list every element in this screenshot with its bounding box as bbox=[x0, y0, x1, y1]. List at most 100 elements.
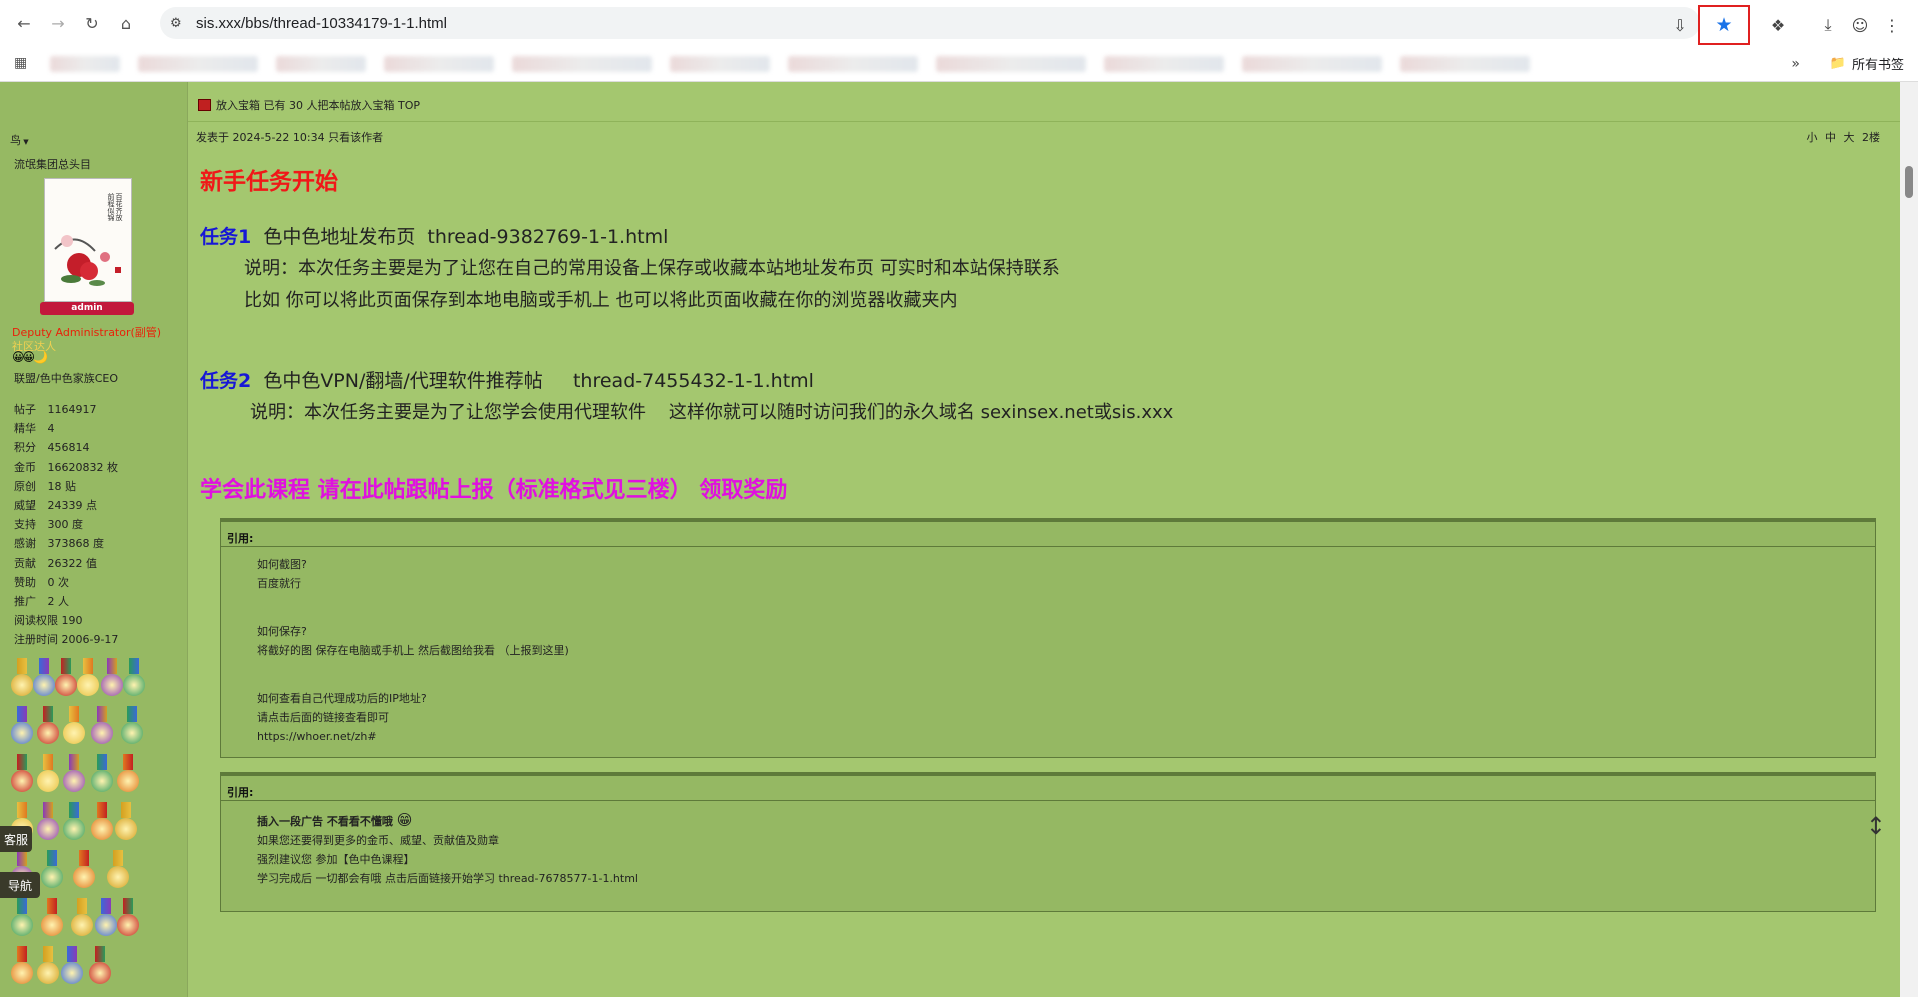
folder-icon: 📁 bbox=[1829, 56, 1846, 71]
bookmarks-bar: ▦ » 📁 所有书签 bbox=[0, 46, 1918, 82]
bookmark-item[interactable] bbox=[384, 55, 494, 72]
menu-kebab-icon[interactable]: ⋮ bbox=[1878, 11, 1906, 39]
medal-icon bbox=[40, 898, 64, 936]
stat-row: 威望 24339 点 bbox=[14, 499, 97, 513]
post-content: 放入宝箱 已有 30 人把本帖放入宝箱 TOP 发表于 2024-5-22 10… bbox=[188, 82, 1900, 997]
medal-icon bbox=[60, 946, 84, 984]
task-2: 任务2 色中色VPN/翻墙/代理软件推荐帖 thread-7455432-1-1… bbox=[200, 366, 814, 393]
task-1-tag: 任务1 bbox=[200, 226, 252, 248]
treasure-box-text[interactable]: 放入宝箱 已有 30 人把本帖放入宝箱 TOP bbox=[216, 97, 420, 113]
quote-line: 将截好的图 保存在电脑或手机上 然后截图给我看 （上报到这里) bbox=[257, 644, 569, 657]
quote-body: 如何截图? 百度就行 如何保存? 将截好的图 保存在电脑或手机上 然后截图给我看… bbox=[221, 547, 1875, 746]
quote-line: 如何查看自己代理成功后的IP地址? bbox=[257, 692, 427, 705]
reload-icon[interactable]: ↻ bbox=[78, 9, 106, 37]
medal-icon bbox=[36, 802, 60, 840]
customer-service-button[interactable]: 客服 bbox=[0, 826, 32, 852]
medal-icon bbox=[62, 754, 86, 792]
medal-icon bbox=[120, 706, 144, 744]
bookmark-item[interactable] bbox=[1242, 55, 1382, 72]
medal-icon bbox=[106, 850, 130, 888]
apps-grid-icon[interactable]: ▦ bbox=[14, 55, 32, 73]
task-2-text[interactable]: 色中色VPN/翻墙/代理软件推荐帖 thread-7455432-1-1.htm… bbox=[251, 370, 814, 392]
quote-line[interactable]: 学习完成后 一切都会有哦 点击后面链接开始学习 thread-7678577-1… bbox=[257, 869, 1875, 888]
medal-icon bbox=[114, 802, 138, 840]
quote-link[interactable]: https://whoer.net/zh# bbox=[257, 727, 1875, 746]
page-scrollbar[interactable] bbox=[1900, 82, 1918, 997]
quote-line: 强烈建议您 参加【色中色课程】 bbox=[257, 853, 415, 866]
user-affiliation: 联盟/色中色家族CEO bbox=[14, 372, 118, 385]
bookmark-item[interactable] bbox=[138, 55, 258, 72]
quote-line: 如何保存? bbox=[257, 625, 307, 638]
site-info-icon[interactable]: ⚙ bbox=[170, 16, 188, 31]
treasure-box-line[interactable]: 放入宝箱 已有 30 人把本帖放入宝箱 TOP bbox=[198, 97, 420, 113]
medal-icon bbox=[10, 754, 34, 792]
toolbar-right-actions: ⇩ ★ ❖ ⤓ ☺ ⋮ bbox=[1666, 5, 1906, 45]
stat-row: 金币 16620832 枚 bbox=[14, 460, 118, 474]
medal-icon bbox=[10, 946, 34, 984]
download-icon[interactable]: ⤓ bbox=[1814, 11, 1842, 39]
stat-row: 注册时间 2006-9-17 bbox=[14, 633, 119, 647]
bookmarks-overflow-button[interactable]: » bbox=[1791, 56, 1800, 72]
bookmark-item[interactable] bbox=[1104, 55, 1224, 72]
quote-header: 引用: bbox=[221, 519, 1875, 547]
task-2-description: 说明：本次任务主要是为了让您学会使用代理软件 这样你就可以随时访问我们的永久域名… bbox=[250, 402, 1174, 423]
task-1-text[interactable]: 色中色地址发布页 thread-9382769-1-1.html bbox=[251, 226, 668, 248]
stat-row: 支持 300 度 bbox=[14, 518, 83, 532]
medal-icon bbox=[36, 946, 60, 984]
task-1-description: 说明：本次任务主要是为了让您在自己的常用设备上保存或收藏本站地址发布页 可实时和… bbox=[244, 258, 1060, 279]
medal-icon bbox=[32, 658, 56, 696]
post-meta: 发表于 2024-5-22 10:34 只看该作者 bbox=[196, 131, 384, 144]
medal-icon bbox=[10, 898, 34, 936]
quote-body: 插入一段广告 不看看不懂哦 😁 如果您还要得到更多的金币、威望、贡献值及勋章 强… bbox=[221, 801, 1875, 888]
bookmark-item[interactable] bbox=[50, 55, 120, 72]
grin-smiley-icon: 😁 bbox=[396, 811, 413, 829]
quote-line: 如何截图? bbox=[257, 558, 307, 571]
bookmark-star-icon[interactable]: ★ bbox=[1698, 5, 1750, 45]
treasure-box-icon bbox=[198, 99, 211, 111]
avatar: 前程似锦 百花齐放 bbox=[44, 178, 132, 302]
medal-icon bbox=[36, 706, 60, 744]
bookmark-item[interactable] bbox=[788, 55, 918, 72]
profile-icon[interactable]: ☺ bbox=[1846, 11, 1874, 39]
install-app-icon[interactable]: ⇩ bbox=[1666, 11, 1694, 39]
forward-arrow-icon[interactable]: → bbox=[44, 9, 72, 37]
stat-row: 阅读权限 190 bbox=[14, 614, 83, 628]
extensions-icon[interactable]: ❖ bbox=[1764, 11, 1792, 39]
url-text[interactable]: sis.xxx/bbs/thread-10334179-1-1.html bbox=[196, 15, 447, 32]
resize-vertical-icon[interactable]: ↕ bbox=[1866, 814, 1886, 838]
course-instruction: 学会此课程 请在此帖跟帖上报（标准格式见三楼） 领取奖励 bbox=[200, 478, 788, 503]
stat-row: 原创 18 贴 bbox=[14, 479, 76, 493]
medal-icon bbox=[116, 754, 140, 792]
bookmark-item[interactable] bbox=[512, 55, 652, 72]
scrollbar-thumb[interactable] bbox=[1905, 166, 1913, 198]
medal-icon bbox=[70, 898, 94, 936]
font-size-and-floor[interactable]: 小 中 大 2楼 bbox=[1807, 129, 1881, 145]
home-icon[interactable]: ⌂ bbox=[112, 9, 140, 37]
quote-line: 百度就行 bbox=[257, 577, 301, 590]
ad-heading: 插入一段广告 不看看不懂哦 😁 bbox=[257, 811, 413, 829]
stat-row: 帖子 1164917 bbox=[14, 403, 97, 416]
medal-icon bbox=[94, 898, 118, 936]
task-2-tag: 任务2 bbox=[200, 370, 252, 392]
all-bookmarks-folder[interactable]: 📁 所有书签 bbox=[1830, 54, 1904, 73]
medal-collection bbox=[10, 658, 170, 997]
medal-icon bbox=[90, 802, 114, 840]
username[interactable]: 鸟 ▼ bbox=[10, 132, 29, 148]
bookmark-item[interactable] bbox=[936, 55, 1086, 72]
navigation-button[interactable]: 导航 bbox=[0, 872, 40, 898]
stat-row: 赞助 0 次 bbox=[14, 575, 69, 589]
stat-row: 感谢 373868 度 bbox=[14, 537, 104, 551]
browser-toolbar: ← → ↻ ⌂ ⚙ sis.xxx/bbs/thread-10334179-1-… bbox=[0, 0, 1918, 46]
quote-block: 引用: 插入一段广告 不看看不懂哦 😁 如果您还要得到更多的金币、威望、贡献值及… bbox=[220, 772, 1876, 912]
back-arrow-icon[interactable]: ← bbox=[10, 9, 38, 37]
quote-block: 引用: 如何截图? 百度就行 如何保存? 将截好的图 保存在电脑或手机上 然后截… bbox=[220, 518, 1876, 758]
address-bar[interactable]: ⚙ sis.xxx/bbs/thread-10334179-1-1.html bbox=[160, 7, 1700, 39]
medal-icon bbox=[54, 658, 78, 696]
medal-icon bbox=[76, 658, 100, 696]
bookmark-item[interactable] bbox=[276, 55, 366, 72]
bookmark-item[interactable] bbox=[670, 55, 770, 72]
medal-icon bbox=[100, 658, 124, 696]
bookmark-item[interactable] bbox=[1400, 55, 1530, 72]
quote-line bbox=[257, 679, 1875, 689]
stat-row: 精华 4 bbox=[14, 422, 55, 436]
